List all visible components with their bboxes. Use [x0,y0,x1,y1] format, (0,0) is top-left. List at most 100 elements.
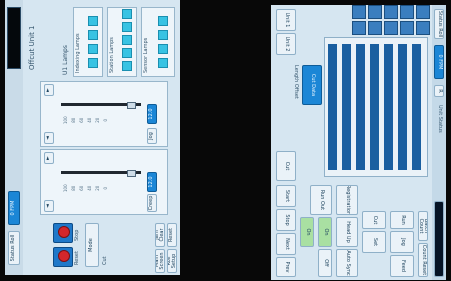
jog-arrow-left[interactable]: ◄ [44,132,54,144]
sequence-bar [398,44,407,170]
lamp-3 [88,30,98,40]
lamp-4 [158,16,168,26]
tick: 60 [79,185,84,191]
left-speed-display: 0 FPM [8,191,20,225]
left-panel-screen: Status Roll 0 FPM Offcut Unit 1 U1 Lamps… [5,0,180,275]
right-message-slot [434,201,444,277]
lamp-1 [88,58,98,68]
status-cell [384,21,398,35]
tick: 60 [79,117,84,123]
sequence-bar [370,44,379,170]
length-offset-label: Length Offset [293,65,299,99]
left-col-button[interactable]: Feed [390,255,414,277]
lamp-group-caption: Station Lamps [109,37,115,73]
sequence-bar [384,44,393,170]
status-cell [384,5,398,19]
creep-arrow-right[interactable]: ► [44,152,54,164]
sequence-bar [412,44,421,170]
lamp-group-sensor: Sensor Lamps [141,7,175,77]
cut-side-label: Cut [102,256,108,265]
unit-2-button[interactable]: Unit 2 [276,33,296,55]
status-cell [416,21,430,35]
status-cell [400,5,414,19]
left-col-button[interactable]: Set [362,231,386,253]
start-button[interactable]: Start [276,185,296,207]
reset-button[interactable]: Reset [167,223,177,247]
batch-count-tab[interactable]: Batch Count [418,211,428,241]
lamp-1 [122,61,132,71]
lamp-3 [158,30,168,40]
left-col-button[interactable]: Run [390,211,414,229]
stop-red-label: Stop [74,229,80,241]
tick: 100 [63,184,68,192]
reset-red-button[interactable] [53,247,73,267]
reset-red-label: Reset [74,251,80,265]
left-status-roll-button[interactable]: Status Roll [8,231,20,265]
jam-clear-button[interactable]: Jam Clear [155,223,165,247]
lamp-2 [122,48,132,58]
next-button[interactable]: Next [276,233,296,255]
tick: 20 [95,117,100,123]
lamp-group-caption: Indexing Lamps [75,33,81,73]
lamp-3 [122,35,132,45]
status-cell [352,5,366,19]
lamp-2 [158,44,168,54]
left-col-button[interactable]: Jog [390,231,414,253]
option-button[interactable]: Run Out [310,185,332,215]
lamp-4 [122,22,132,32]
check-on[interactable]: On [318,217,332,247]
main-screen-button[interactable]: Main Screen [155,249,165,273]
mode-check-button[interactable]: Mode [85,223,99,267]
sequence-bar [342,44,351,170]
sequence-strip [324,37,428,177]
stop-red-button[interactable] [53,223,73,243]
creep-ticks: 100 80 60 40 20 0 [63,184,108,192]
status-cell [368,21,382,35]
tick: 100 [63,116,68,124]
status-cell [368,5,382,19]
roll-setup-button[interactable]: Roll Setup [167,249,177,273]
lamp-1 [158,58,168,68]
right-speed-display: 0 FPM [434,45,444,79]
right-small-button[interactable]: R [434,85,444,97]
lamp-4 [88,16,98,26]
count-reset-tab[interactable]: Count Reset [418,243,428,277]
lamp-group-caption: Sensor Lamps [143,37,149,73]
creep-slider-knob[interactable] [127,170,136,177]
right-panel-screen: Status Roll 0 FPM R Unit Status Batch Co… [271,5,446,280]
right-status-roll-button[interactable]: Status Roll [434,9,444,39]
unit-1-button[interactable]: Unit 1 [276,9,296,31]
jog-arrow-right[interactable]: ► [44,84,54,96]
jog-slider-knob[interactable] [127,102,136,109]
lamp-5 [122,9,132,19]
creep-label: Creep [147,194,157,212]
status-cell [400,21,414,35]
option-button[interactable]: Registration [336,185,358,215]
status-cell [352,21,366,35]
status-cell [416,5,430,19]
tick: 20 [95,185,100,191]
tick: 40 [87,185,92,191]
check-on[interactable]: On [300,217,314,247]
left-col-button[interactable]: Cut [362,211,386,229]
tick: 40 [87,117,92,123]
tick: 0 [103,118,108,122]
right-cut-button[interactable]: Cut [276,151,296,181]
left-panel-title: Offcut Unit 1 [28,25,36,70]
option-button[interactable]: Head Up [336,217,358,247]
option-button[interactable]: Auto Sync [336,249,358,277]
prev-button[interactable]: Prev [276,257,296,277]
sequence-bar [356,44,365,170]
creep-slider-panel: ◄ ► Creep 12.0 100 80 60 40 20 0 [40,149,168,215]
lamp-group-station: Station Lamps [107,7,137,77]
tick: 0 [103,186,108,190]
creep-arrow-left[interactable]: ◄ [44,200,54,212]
cut-data-box: Cut Data [302,65,322,105]
stop-button[interactable]: Stop [276,209,296,231]
check-off[interactable]: Off [318,249,332,277]
sequence-bar [328,44,337,170]
unit-status-label: Unit Status [437,105,443,133]
tick: 80 [71,185,76,191]
jog-ticks: 100 80 60 40 20 0 [63,116,108,124]
left-message-slot [7,7,21,69]
